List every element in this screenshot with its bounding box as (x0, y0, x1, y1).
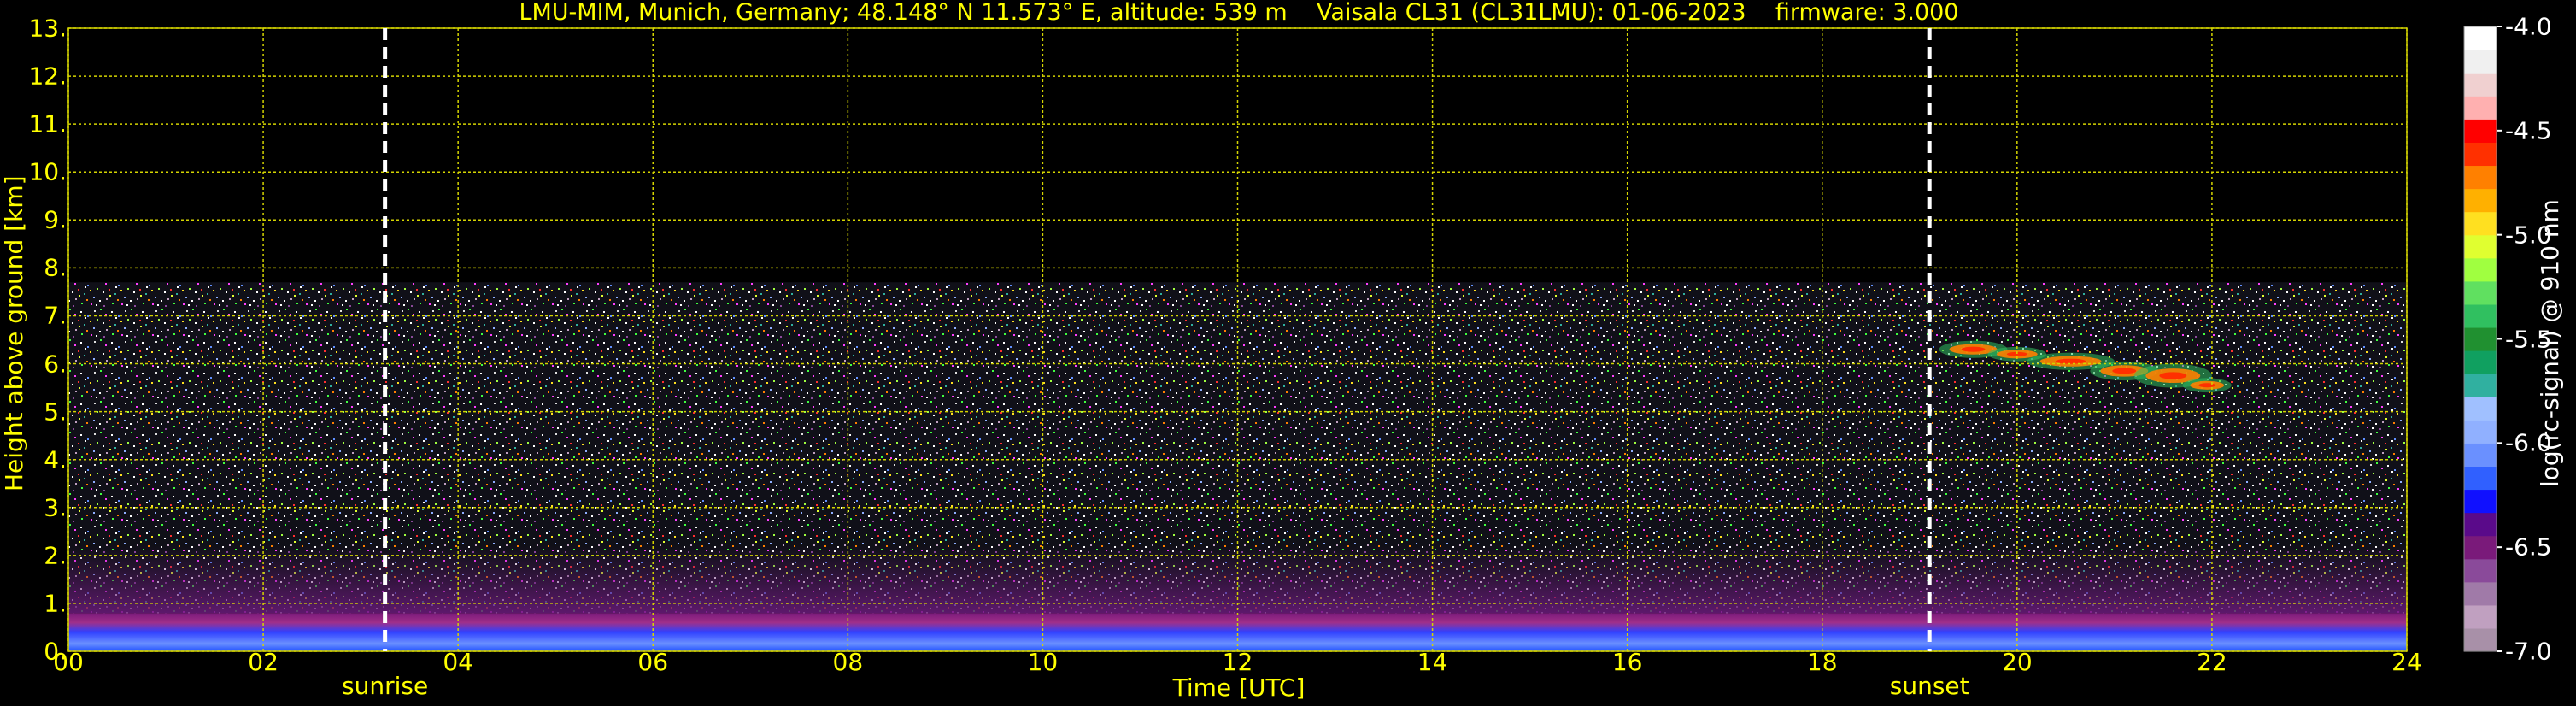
colorbar-swatch-23 (2464, 96, 2497, 120)
colorbar-swatch-16 (2464, 257, 2497, 282)
colorbar-swatch-12 (2464, 350, 2497, 374)
cloud-peak-3 (2112, 368, 2137, 374)
colorbar-swatch-21 (2464, 142, 2497, 167)
colorbar-swatch-19 (2464, 188, 2497, 213)
x-tick-label: 14 (1417, 648, 1448, 676)
y-tick-label: 11. (28, 109, 67, 138)
colorbar-tick-label: -5.0 (2505, 221, 2552, 250)
colorbar-swatch-9 (2464, 420, 2497, 444)
colorbar-swatch-1 (2464, 604, 2497, 629)
x-tick-label: 24 (2391, 648, 2422, 676)
y-tick-label: 4. (44, 445, 67, 474)
colorbar-tick-label: -6.0 (2505, 428, 2552, 457)
x-tick-label: 22 (2197, 648, 2227, 676)
x-tick-label: 02 (248, 648, 279, 676)
y-tick-label: 1. (44, 589, 67, 618)
ceilometer-figure (67, 26, 2502, 652)
y-tick-label: 2. (44, 541, 67, 570)
y-tick-label: 6. (44, 350, 67, 379)
colorbar-tick-label: -7.0 (2505, 637, 2552, 666)
y-tick-label: 12. (28, 62, 67, 91)
colorbar-swatch-4 (2464, 535, 2497, 560)
x-tick-label: 18 (1806, 648, 1838, 676)
sunrise-label: sunrise (342, 672, 429, 700)
colorbar-swatch-13 (2464, 327, 2497, 351)
colorbar-swatch-17 (2464, 234, 2497, 259)
y-tick-label: 7. (44, 301, 67, 330)
colorbar-swatch-20 (2464, 165, 2497, 190)
colorbar-swatch-25 (2464, 50, 2497, 74)
x-tick-label: 04 (443, 648, 473, 676)
colorbar-swatch-7 (2464, 466, 2497, 491)
y-tick-label: 13. (28, 14, 67, 43)
cloud-peak-4 (2159, 372, 2187, 379)
cloud-peak-0 (1961, 346, 1986, 352)
cloud-peak-5 (2198, 383, 2216, 388)
colorbar-swatch-24 (2464, 73, 2497, 97)
colorbar-swatch-0 (2464, 627, 2497, 652)
y-tick-label: 9. (44, 205, 67, 234)
colorbar-swatch-3 (2464, 558, 2497, 583)
x-tick-label: 20 (2002, 648, 2033, 676)
colorbar (2463, 26, 2502, 652)
y-tick-label: 0. (44, 637, 67, 666)
chart-title: LMU-MIM, Munich, Germany; 48.148° N 11.5… (519, 0, 1959, 26)
sunset-label: sunset (1889, 672, 1969, 700)
y-tick-label: 10. (28, 157, 67, 186)
colorbar-tick-label: -5.5 (2505, 325, 2552, 353)
x-tick-label: 08 (832, 648, 864, 676)
colorbar-swatch-26 (2464, 26, 2497, 50)
x-tick-label: 12 (1222, 648, 1253, 676)
y-tick-label: 5. (44, 397, 67, 427)
colorbar-swatch-15 (2464, 280, 2497, 305)
x-tick-label: 16 (1611, 648, 1643, 676)
y-tick-label: 8. (44, 253, 67, 282)
colorbar-swatch-2 (2464, 581, 2497, 606)
colorbar-swatch-6 (2464, 489, 2497, 514)
colorbar-swatch-5 (2464, 512, 2497, 537)
colorbar-tick-label: -4.0 (2505, 12, 2552, 41)
colorbar-swatch-22 (2464, 119, 2497, 143)
y-tick-label: 3. (44, 493, 67, 522)
colorbar-swatch-14 (2464, 303, 2497, 328)
colorbar-swatch-10 (2464, 397, 2497, 421)
colorbar-tick-label: -6.5 (2505, 532, 2552, 562)
colorbar-swatch-11 (2464, 374, 2497, 397)
x-tick-label: 06 (637, 648, 669, 676)
colorbar-swatch-18 (2464, 211, 2497, 236)
x-tick-label: 10 (1027, 648, 1059, 676)
colorbar-tick-label: -4.5 (2505, 116, 2552, 145)
colorbar-swatch-8 (2464, 443, 2497, 468)
